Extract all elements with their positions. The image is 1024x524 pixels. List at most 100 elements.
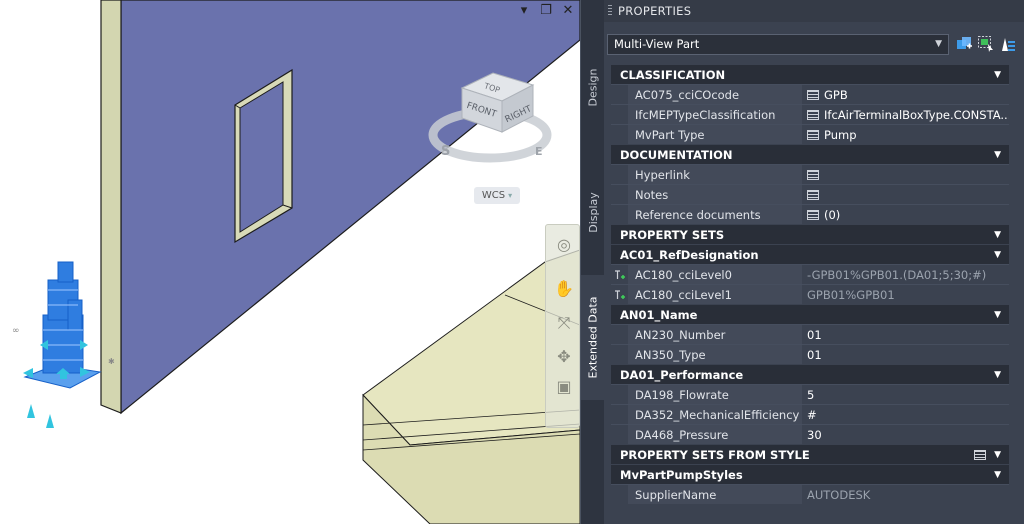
property-value[interactable]: (0) [803,205,1009,224]
property-row[interactable]: SupplierName AUTODESK [611,484,1009,504]
app-root: TOP FRONT RIGHT S E ∞ ✱ ▾ ❐ ✕ WCS ▾ ◎ ✋ … [0,0,1024,524]
property-value[interactable]: GPB [803,85,1009,104]
section-property-sets-from-style[interactable]: PROPERTY SETS FROM STYLE ▼ [611,444,1009,464]
selection-row: Multi-View Part ▼ [607,33,1020,55]
chevron-down-icon: ▼ [935,39,942,49]
palette-title-bar[interactable]: PROPERTIES [604,0,1024,22]
collapse-icon[interactable]: ▼ [994,310,1001,320]
property-name: AC180_cciLevel0 [628,265,803,284]
section-header-label: DOCUMENTATION [620,147,733,162]
tab-extended-data[interactable]: Extended Data [581,275,605,400]
property-row[interactable]: AN350_Type 01 [611,344,1009,364]
collapse-icon[interactable]: ▼ [994,70,1001,80]
property-name: Notes [628,185,803,204]
section-property-sets[interactable]: PROPERTY SETS ▼ [611,224,1009,244]
property-row[interactable]: DA352_MechanicalEfficiency # [611,404,1009,424]
property-value[interactable]: # [803,405,1009,424]
select-objects-icon[interactable] [977,35,995,53]
property-value[interactable] [803,165,1009,184]
section-header-label: CLASSIFICATION [620,67,726,82]
property-row[interactable]: Notes [611,184,1009,204]
compass-east-label: E [535,145,543,158]
collapse-icon[interactable]: ▼ [994,150,1001,160]
showmotion-icon[interactable]: ▣ [552,375,576,399]
wcs-menu[interactable]: WCS ▾ [474,187,520,204]
collapse-icon[interactable]: ▼ [994,370,1001,380]
property-row[interactable]: MvPart Type Pump [611,124,1009,144]
wall-edge[interactable] [100,0,122,414]
pan-hand-icon[interactable]: ✋ [552,277,576,301]
property-value[interactable]: 30 [803,425,1009,444]
wcs-label: WCS [481,190,506,201]
property-value[interactable]: Pump [803,125,1009,144]
drawing-viewport[interactable]: TOP FRONT RIGHT S E ∞ ✱ ▾ ❐ ✕ WCS ▾ ◎ ✋ … [0,0,580,524]
section-documentation[interactable]: DOCUMENTATION ▼ [611,144,1009,164]
property-grid: CLASSIFICATION ▼ AC075_cciCOcode GPB Ifc… [611,64,1009,504]
property-row[interactable]: AC180_cciLevel1 GPB01%GPB01 [611,284,1009,304]
section-classification[interactable]: CLASSIFICATION ▼ [611,64,1009,84]
property-value[interactable]: 5 [803,385,1009,404]
property-value: -GPB01%GPB01.(DA01;5;30;#) [803,265,1009,284]
property-name: AN350_Type [628,345,803,364]
property-row[interactable]: AC075_cciCOcode GPB [611,84,1009,104]
property-row[interactable]: DA468_Pressure 30 [611,424,1009,444]
cursor-glyph-right: ✱ [108,357,115,366]
propset-ac01-refdesignation[interactable]: AC01_RefDesignation ▼ [611,244,1009,264]
property-value[interactable] [803,185,1009,204]
add-selection-icon[interactable] [955,35,973,53]
object-type-select[interactable]: Multi-View Part ▼ [607,33,949,55]
table-icon [807,129,819,140]
property-name: Hyperlink [628,165,803,184]
section-header-label: PROPERTY SETS FROM STYLE [620,447,810,462]
palette-side-tabs: Design Display Extended Data [580,0,605,524]
palette-title: PROPERTIES [618,4,692,18]
cursor-glyph-left: ∞ [12,326,20,336]
object-type-value: Multi-View Part [614,37,700,51]
property-row[interactable]: IfcMEPTypeClassification IfcAirTerminalB… [611,104,1009,124]
minimize-viewport-button[interactable]: ▾ [518,3,530,18]
propset-mvpart-pump-styles[interactable]: MvPartPumpStyles ▼ [611,464,1009,484]
propset-header-label: DA01_Performance [620,367,744,382]
property-row[interactable]: Hyperlink [611,164,1009,184]
viewport-window-controls: ▾ ❐ ✕ [518,3,574,18]
property-row[interactable]: Reference documents (0) [611,204,1009,224]
restore-viewport-button[interactable]: ❐ [540,3,552,18]
property-name: MvPart Type [628,125,803,144]
table-icon[interactable] [974,449,987,460]
property-name: AN230_Number [628,325,803,344]
property-name: IfcMEPTypeClassification [628,105,803,124]
propset-header-label: AC01_RefDesignation [620,247,759,262]
property-name: AC075_cciCOcode [628,85,803,104]
collapse-icon[interactable]: ▼ [994,250,1001,260]
window-glass [239,81,284,233]
property-value[interactable]: 01 [803,345,1009,364]
steering-wheel-icon[interactable]: ◎ [552,233,576,257]
property-row[interactable]: AC180_cciLevel0 -GPB01%GPB01.(DA01;5;30;… [611,264,1009,284]
close-viewport-button[interactable]: ✕ [562,3,574,18]
model-scene: TOP FRONT RIGHT S E ∞ ✱ [12,0,580,524]
property-value: AUTODESK [803,485,1009,504]
compass-south-label: S [441,144,450,159]
collapse-icon[interactable]: ▼ [994,230,1001,240]
collapse-icon[interactable]: ▼ [994,450,1001,460]
zoom-extents-icon[interactable]: ⤧ [552,311,576,335]
tab-design[interactable]: Design [581,25,605,150]
property-name: AC180_cciLevel1 [628,285,803,304]
propset-header-label: MvPartPumpStyles [620,467,743,482]
tab-design-label: Design [586,68,600,107]
property-row[interactable]: AN230_Number 01 [611,324,1009,344]
collapse-icon[interactable]: ▼ [994,470,1001,480]
orbit-icon[interactable]: ✥ [552,345,576,369]
property-value: GPB01%GPB01 [803,285,1009,304]
grip-icon[interactable] [608,5,612,17]
property-name: DA352_MechanicalEfficiency [628,405,803,424]
property-value[interactable]: 01 [803,325,1009,344]
propset-an01-name[interactable]: AN01_Name ▼ [611,304,1009,324]
quick-select-icon[interactable] [999,35,1017,53]
propset-da01-performance[interactable]: DA01_Performance ▼ [611,364,1009,384]
propset-header-label: AN01_Name [620,307,698,322]
property-value[interactable]: IfcAirTerminalBoxType.CONSTA... [803,105,1009,124]
property-row[interactable]: DA198_Flowrate 5 [611,384,1009,404]
tab-extended-data-label: Extended Data [586,296,600,379]
tab-display[interactable]: Display [581,150,605,275]
